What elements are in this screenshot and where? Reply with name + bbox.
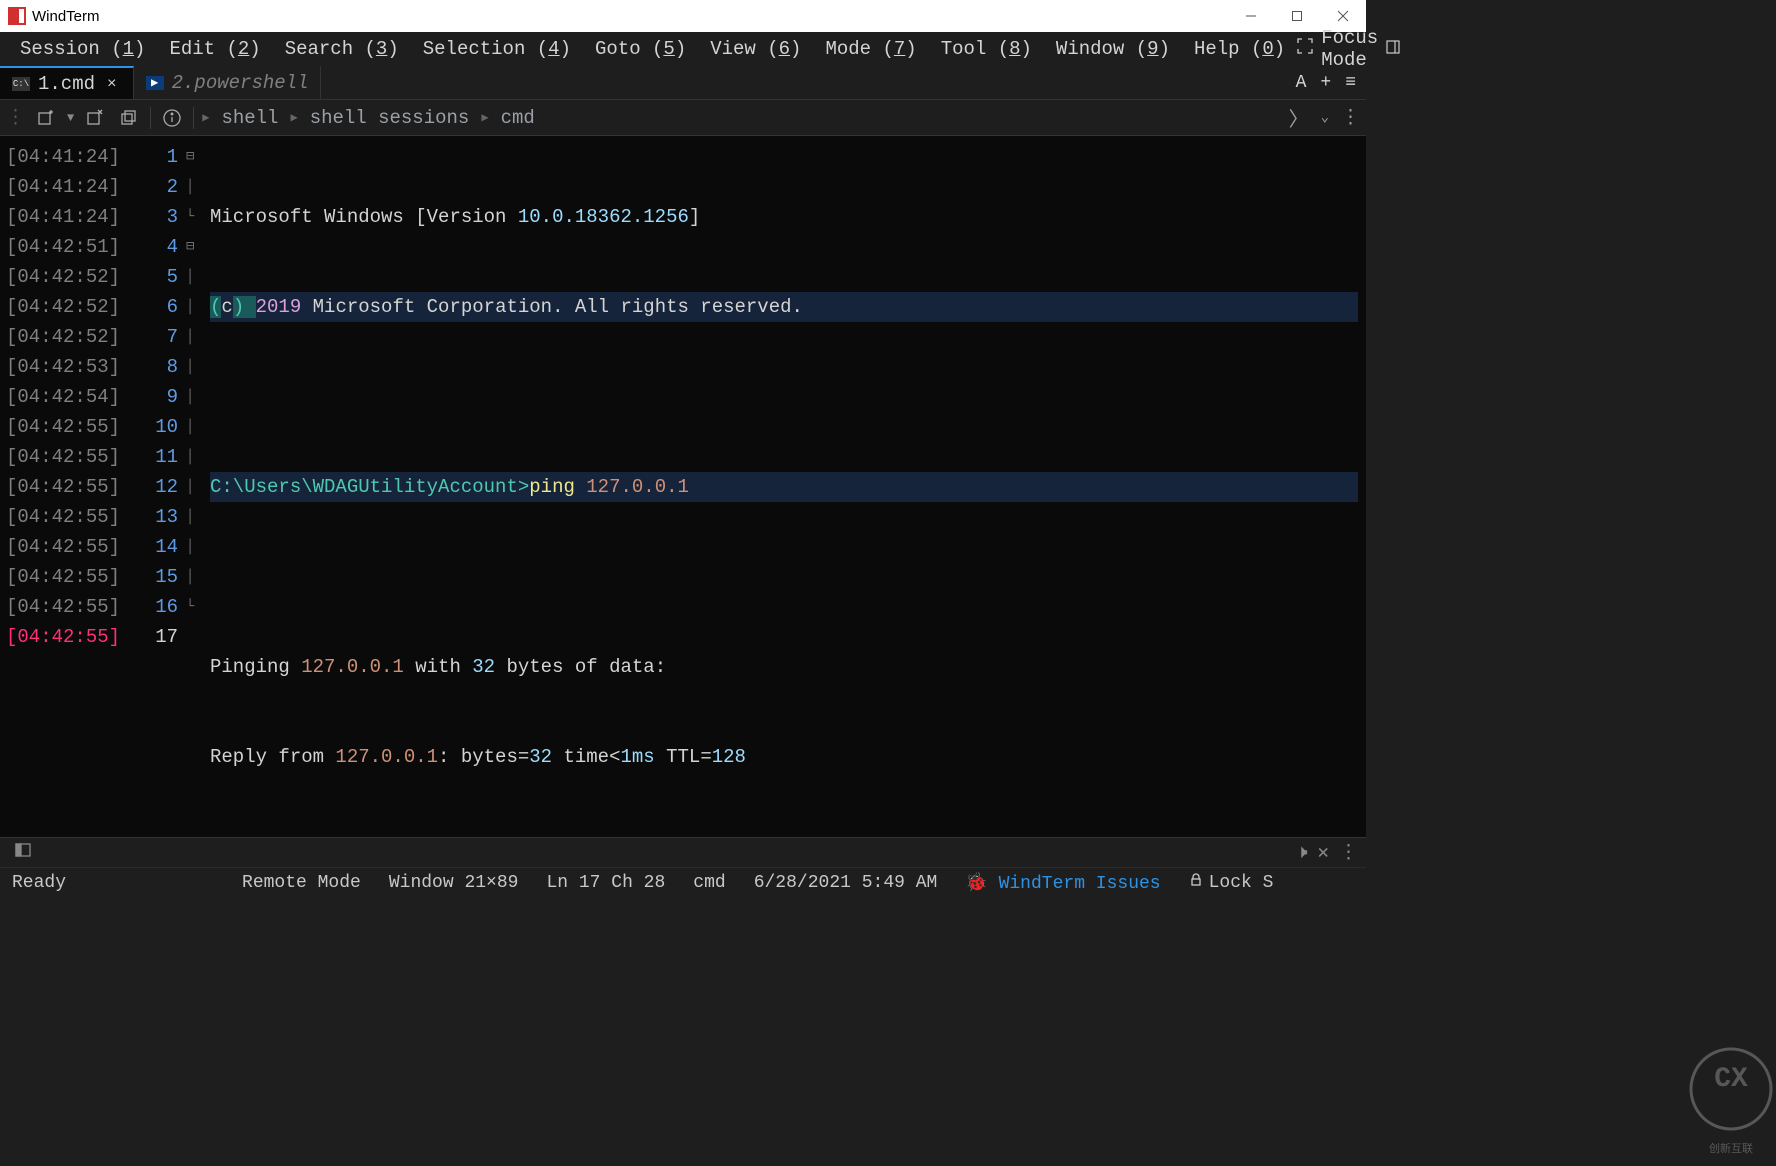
volume-icon[interactable]: 🕨 (1296, 842, 1308, 864)
bug-icon: 🐞 (965, 874, 987, 894)
menu-view[interactable]: View (6) (698, 34, 813, 64)
statusbar: Ready Remote Mode Window 21×89 Ln 17 Ch … (0, 867, 1366, 897)
status-lock[interactable]: Lock S (1189, 873, 1274, 893)
line-number-gutter: 1 2 3 4 5 6 7 8 9 10 11 12 13 14 15 16 1… (130, 136, 186, 837)
duplicate-session-icon[interactable] (116, 105, 142, 131)
menubar: Session (1) Edit (2) Search (3) Selectio… (0, 32, 1366, 66)
breadcrumb-item[interactable]: cmd (501, 107, 535, 129)
chevron-down-icon[interactable]: ▼ (67, 111, 74, 125)
session-toolbar: ⋮ ▼ ▶ shell ▶ shell sessions ▶ cmd 〉 ⌄ ⋮ (0, 100, 1366, 136)
chevron-right-icon: ▶ (481, 110, 488, 125)
terminal-area[interactable]: [04:41:24] [04:41:24] [04:41:24] [04:42:… (0, 136, 1366, 837)
menu-edit[interactable]: Edit (2) (157, 34, 272, 64)
tab-powershell[interactable]: ▶ 2.powershell (134, 66, 322, 99)
menu-window[interactable]: Window (9) (1044, 34, 1182, 64)
powershell-icon: ▶ (146, 76, 164, 90)
layout-icon (1386, 38, 1400, 60)
breadcrumb: ▶ shell ▶ shell sessions ▶ cmd (202, 107, 535, 129)
cmd-icon: C:\ (12, 77, 30, 91)
dropdown-icon[interactable]: ⌄ (1321, 109, 1329, 126)
chevron-right-icon: ▶ (202, 110, 209, 125)
menu-selection[interactable]: Selection (4) (411, 34, 583, 64)
menu-help[interactable]: Help (0) (1182, 34, 1297, 64)
font-size-icon[interactable]: A (1296, 73, 1307, 93)
close-session-icon[interactable] (82, 105, 108, 131)
menu-goto[interactable]: Goto (5) (583, 34, 698, 64)
tab-label: 1.cmd (38, 73, 95, 95)
menu-session[interactable]: Session (1) (8, 34, 157, 64)
panel-close-icon[interactable]: ✕ (1318, 841, 1329, 864)
menu-search[interactable]: Search (3) (273, 34, 411, 64)
terminal-content[interactable]: Microsoft Windows [Version 10.0.18362.12… (204, 136, 1366, 837)
new-session-icon[interactable] (33, 105, 59, 131)
panel-more-icon[interactable]: ⋮ (1339, 841, 1358, 864)
close-icon[interactable]: × (103, 75, 121, 93)
app-title: WindTerm (32, 8, 1228, 25)
forward-icon[interactable]: 〉 (1289, 103, 1309, 133)
titlebar: WindTerm (0, 0, 1366, 32)
fold-icon[interactable]: ⊟ (186, 232, 204, 262)
watermark: CX 创新互联 (1686, 1044, 1776, 1134)
status-issues[interactable]: 🐞 WindTerm Issues (965, 872, 1160, 894)
menu-mode[interactable]: Mode (7) (813, 34, 928, 64)
info-icon[interactable] (159, 105, 185, 131)
status-window-size[interactable]: Window 21×89 (389, 873, 519, 893)
breadcrumb-item[interactable]: shell sessions (310, 107, 470, 129)
chevron-right-icon: ▶ (290, 110, 297, 125)
svg-text:CX: CX (1714, 1064, 1748, 1095)
minimize-button[interactable] (1228, 0, 1274, 32)
app-icon (8, 7, 26, 25)
breadcrumb-item[interactable]: shell (221, 107, 278, 129)
tab-menu-icon[interactable]: ≡ (1345, 73, 1356, 93)
tab-actions: A + ≡ (1296, 66, 1366, 99)
fold-gutter: ⊟ │ └ ⊟ │││││││││││└ (186, 136, 204, 837)
focus-mode-button[interactable]: Focus Mode (1297, 27, 1408, 71)
focus-mode-icon (1297, 38, 1313, 60)
lock-icon (1189, 873, 1203, 893)
tabbar: C:\ 1.cmd × ▶ 2.powershell A + ≡ (0, 66, 1366, 100)
status-shell[interactable]: cmd (693, 873, 725, 893)
panel-icon[interactable] (14, 841, 32, 865)
tab-label: 2.powershell (172, 72, 309, 94)
add-tab-icon[interactable]: + (1320, 73, 1331, 93)
menu-tool[interactable]: Tool (8) (929, 34, 1044, 64)
timestamp-gutter: [04:41:24] [04:41:24] [04:41:24] [04:42:… (0, 136, 130, 837)
tab-cmd[interactable]: C:\ 1.cmd × (0, 66, 134, 99)
status-ready: Ready (12, 873, 66, 893)
more-icon[interactable]: ⋮ (1341, 106, 1360, 129)
status-datetime: 6/28/2021 5:49 AM (754, 873, 938, 893)
status-cursor[interactable]: Ln 17 Ch 28 (546, 873, 665, 893)
status-mode[interactable]: Remote Mode (242, 873, 361, 893)
fold-icon[interactable]: ⊟ (186, 142, 204, 172)
panel-bar: 🕨 ✕ ⋮ (0, 837, 1366, 867)
